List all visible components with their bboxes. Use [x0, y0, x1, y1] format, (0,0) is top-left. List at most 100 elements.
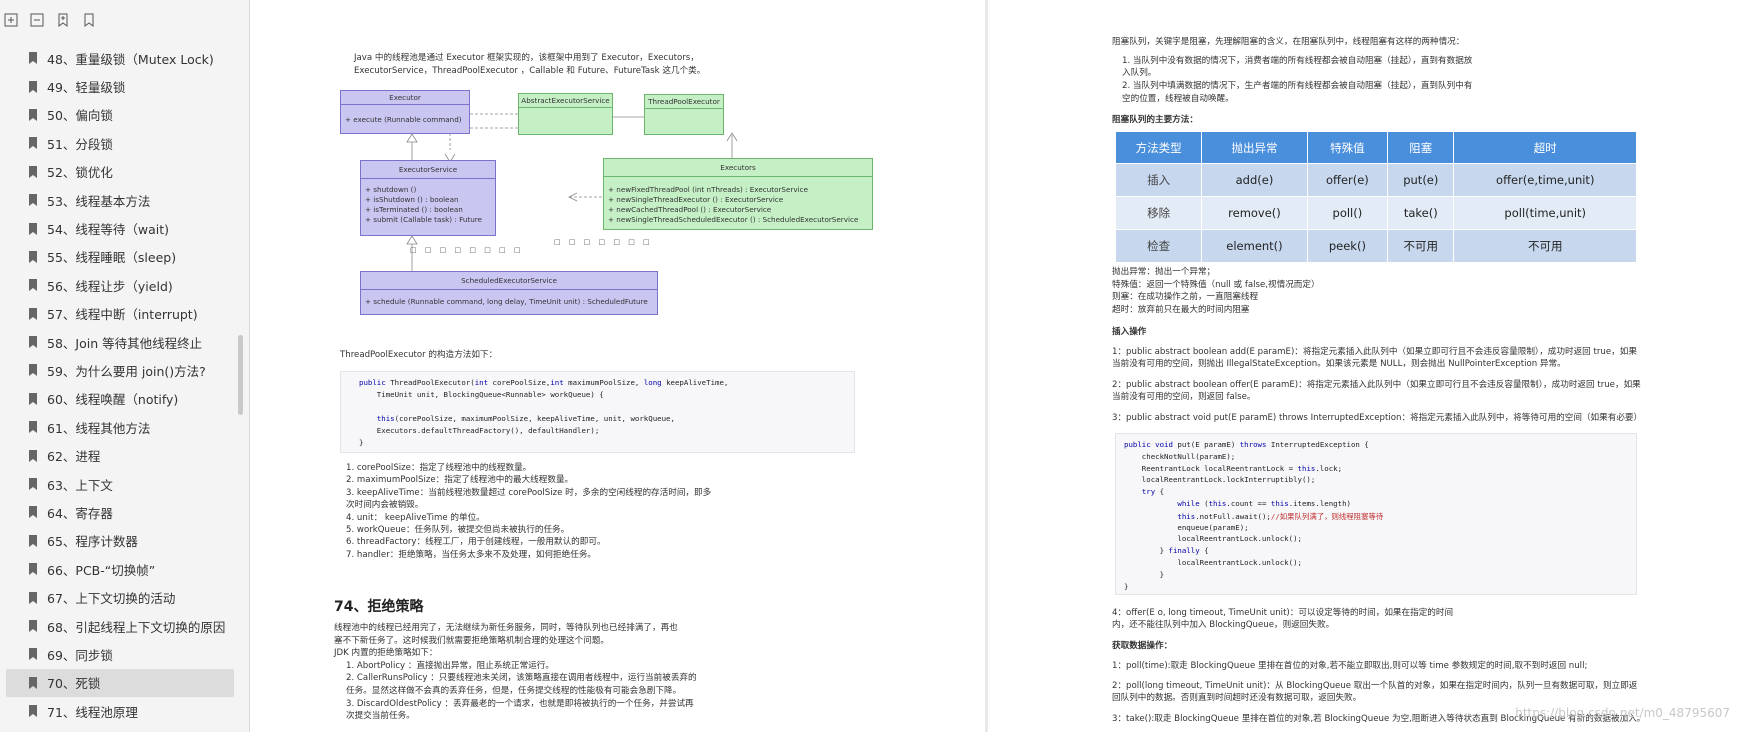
bookmark-icon — [29, 194, 37, 207]
code-line: TimeUnit unit, BlockingQueue<Runnable> w… — [359, 390, 604, 399]
table-header: 超时 — [1453, 131, 1637, 164]
sidebar-item-label: 66、PCB-“切换帧” — [47, 562, 156, 578]
sidebar-scrollbar[interactable] — [238, 335, 243, 415]
ctor-intro: ThreadPoolExecutor 的构造方法如下： — [340, 350, 498, 360]
sidebar-item[interactable]: 53、线程基本方法 — [6, 186, 234, 214]
code-line: ReentrantLock localReentrantLock = this.… — [1124, 463, 1343, 473]
param-line: 3. keepAliveTime：当前线程池数量超过 corePoolSize … — [346, 487, 712, 498]
table-cell: 不可用 — [1453, 229, 1637, 263]
sidebar-item[interactable]: 56、线程让步（yield) — [6, 271, 234, 299]
sidebar-item[interactable]: 63、上下文 — [6, 470, 234, 498]
get-title: 获取数据操作： — [1112, 641, 1173, 651]
note-line: 超时：放弃前只在最大的时间内阻塞 — [1112, 304, 1250, 315]
code-line: localReentrantLock.unlock(); — [1124, 534, 1302, 544]
code-line: public void put(E paramE) throws Interru… — [1124, 440, 1369, 449]
sidebar-item-label: 57、线程中断（interrupt) — [47, 307, 198, 323]
uml-scheduled-executor-service-box: ScheduledExecutorService + schedule (Run… — [360, 271, 658, 315]
sidebar-item[interactable]: 68、引起线程上下文切换的原因 — [6, 612, 234, 640]
code-line: } finally { — [1124, 546, 1209, 556]
bookmark-icon — [29, 392, 37, 405]
sidebar-item[interactable]: 70、死锁 — [6, 668, 234, 697]
sidebar-item-label: 68、引起线程上下文切换的原因 — [47, 619, 226, 635]
methods-title: 阻塞队列的主要方法： — [1112, 115, 1198, 125]
sidebar-item-label: 59、为什么要用 join()方法? — [47, 363, 206, 379]
sidebar-toolbar — [0, 0, 249, 40]
reject-line: 次提交当前任务。 — [346, 711, 415, 722]
reject-line: JDK 内置的拒绝策略如下： — [334, 648, 438, 659]
code-line: while (this.count == this.items.length) — [1177, 499, 1351, 508]
sidebar-item[interactable]: 62、进程 — [6, 441, 234, 469]
sidebar-item[interactable]: 51、分段锁 — [6, 129, 234, 157]
sidebar-item[interactable]: 60、线程唤醒（notify) — [6, 385, 234, 413]
sidebar-item[interactable]: 48、重量级锁（Mutex Lock) — [6, 44, 234, 72]
sidebar-item[interactable]: 65、程序计数器 — [6, 527, 234, 555]
reject-line: 3. DiscardOldestPolicy ：丢弃最老的一个请求，也就是即将被… — [346, 698, 694, 709]
sidebar-item[interactable]: 66、PCB-“切换帧” — [6, 555, 234, 583]
sidebar-item[interactable]: 59、为什么要用 join()方法? — [6, 356, 234, 384]
sidebar-item-label: 58、Join 等待其他线程终止 — [47, 335, 203, 351]
sidebar-item-label: 71、线程池原理 — [47, 704, 138, 720]
sidebar-item[interactable]: 71、线程池原理 — [6, 697, 234, 725]
put-code-block: public void put(E paramE) throws Interru… — [1115, 433, 1637, 595]
bookmark-icon — [29, 52, 37, 65]
bookmark-icon — [29, 506, 37, 519]
sidebar-item[interactable]: 57、线程中断（interrupt) — [6, 300, 234, 328]
sidebar-item-label: 65、程序计数器 — [47, 534, 138, 550]
bookmark-add-icon[interactable] — [54, 11, 72, 29]
sidebar-item-label: 70、死锁 — [47, 676, 101, 692]
sidebar-item[interactable]: 58、Join 等待其他线程终止 — [6, 328, 234, 356]
sidebar-item-label: 63、上下文 — [47, 477, 113, 493]
sidebar-item-label: 49、轻量级锁 — [47, 80, 126, 96]
bookmark-icon — [29, 676, 37, 689]
sidebar-item[interactable]: 64、寄存器 — [6, 498, 234, 526]
table-cell: remove() — [1201, 196, 1308, 230]
code-line: try { — [1141, 487, 1165, 497]
expand-icon[interactable] — [2, 11, 20, 29]
sidebar-item[interactable]: 61、线程其他方法 — [6, 413, 234, 441]
bookmark-icon — [29, 449, 37, 462]
sidebar-item[interactable]: 55、线程睡眠（sleep) — [6, 243, 234, 271]
reject-line: 2. CallerRunsPolicy ：只要线程池未关闭，该策略直接在调用者线… — [346, 673, 697, 684]
sidebar-item-label: 56、线程让步（yield) — [47, 278, 173, 294]
table-header: 方法类型 — [1114, 131, 1203, 164]
bookmark-list: 48、重量级锁（Mutex Lock) 49、轻量级锁 50、偏向锁 51、分段锁 52… — [0, 44, 249, 725]
table-cell: add(e) — [1201, 163, 1308, 197]
pdf-page-right: 阻塞队列，关键字是阻塞，先理解阻塞的含义，在阻塞队列中，线程阻塞有这样的两种情况… — [988, 0, 1750, 732]
table-cell: poll() — [1306, 196, 1389, 230]
sidebar-item[interactable]: 69、同步锁 — [6, 640, 234, 668]
bookmark-icon — [29, 80, 37, 93]
uml-abstract-executor-service-box: AbstractExecutorService — [518, 93, 613, 135]
param-line: 1. corePoolSize：指定了线程池中的线程数量。 — [346, 463, 532, 473]
code-line: } — [1124, 581, 1129, 591]
bookmark-icon — [29, 478, 37, 491]
sidebar-item-label: 51、分段锁 — [47, 136, 113, 152]
bookmark-icon — [29, 250, 37, 263]
sidebar-item[interactable]: 54、线程等待（wait) — [6, 214, 234, 242]
sidebar-item[interactable]: 49、轻量级锁 — [6, 72, 234, 100]
uml-executor-box: Executor + execute (Runnable command) — [340, 90, 470, 134]
bookmark-icon — [29, 307, 37, 320]
sidebar-item-label: 69、同步锁 — [47, 647, 113, 663]
code-line: checkNotNull(paramE); — [1124, 451, 1236, 461]
table-cell: 检查 — [1114, 229, 1203, 263]
reject-line: 1. AbortPolicy ：直接抛出异常，阻止系统正常运行。 — [346, 660, 554, 671]
collapse-icon[interactable] — [28, 11, 46, 29]
param-line: 次时间内会被销毁。 — [346, 500, 424, 511]
table-cell: 不可用 — [1387, 229, 1455, 263]
bookmark-icon[interactable] — [80, 11, 98, 29]
sidebar-item[interactable]: 67、上下文切换的活动 — [6, 583, 234, 611]
sidebar-item[interactable]: 50、偏向锁 — [6, 101, 234, 129]
note-line: 抛出异常：抛出一个异常； — [1112, 267, 1216, 277]
sidebar-item[interactable]: 52、锁优化 — [6, 158, 234, 186]
uml-executors-box: Executors + newFixedThreadPool (int nThr… — [603, 158, 873, 230]
table-cell: 移除 — [1114, 196, 1203, 230]
table-header: 抛出异常 — [1201, 131, 1308, 164]
table-cell: peek() — [1306, 229, 1389, 263]
sidebar-item-label: 53、线程基本方法 — [47, 193, 151, 209]
table-cell: put(e) — [1387, 163, 1455, 197]
sidebar-item-label: 50、偏向锁 — [47, 108, 113, 124]
bookmark-icon — [29, 222, 37, 235]
bookmark-icon — [29, 563, 37, 576]
bookmark-icon — [29, 421, 37, 434]
param-line: 6. threadFactory：线程工厂，用于创建线程，一般用默认的即可。 — [346, 537, 606, 548]
